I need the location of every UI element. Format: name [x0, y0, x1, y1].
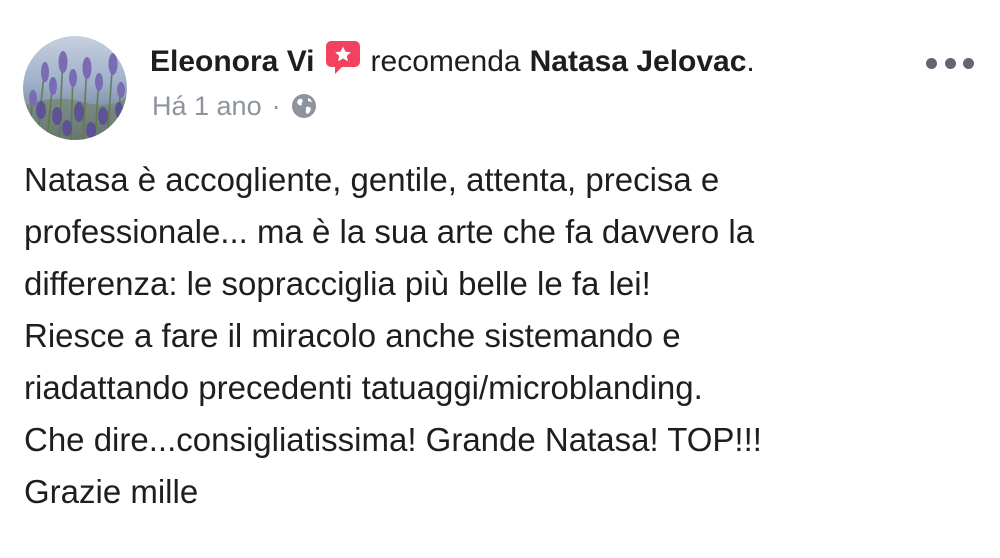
- more-dot: [926, 57, 937, 69]
- more-dot: [944, 57, 956, 69]
- post-timestamp[interactable]: Há 1 ano: [152, 91, 262, 122]
- recommendation-post: Eleonora Vi recomenda Natasa Jelovac. Há…: [0, 0, 1000, 558]
- post-meta: Há 1 ano ·: [152, 86, 317, 126]
- page-name-link[interactable]: Natasa Jelovac: [530, 40, 747, 84]
- post-body-line: Grazie mille: [24, 473, 199, 510]
- post-body-line: professionale... ma è la sua arte che fa…: [24, 213, 755, 250]
- lavender-photo: [23, 36, 127, 140]
- page-name-period: .: [746, 45, 755, 78]
- globe-icon[interactable]: [291, 93, 317, 119]
- author-name[interactable]: Eleonora Vi: [150, 40, 315, 84]
- post-body-line: Che dire...consigliatissima! Grande Nata…: [24, 421, 762, 458]
- post-body-line: Natasa è accogliente, gentile, attenta, …: [24, 161, 720, 198]
- post-body-line: Riesce a fare il miracolo anche sisteman…: [24, 317, 681, 354]
- recommend-verb: recomenda: [370, 45, 521, 78]
- more-options-icon[interactable]: [926, 50, 974, 76]
- more-dot: [963, 57, 974, 69]
- recommendation-badge-icon: [325, 39, 361, 77]
- post-body-line: riadattando precedenti tatuaggi/microbla…: [24, 369, 703, 406]
- meta-separator: ·: [271, 90, 281, 121]
- post-header: Eleonora Vi recomenda Natasa Jelovac.: [150, 40, 755, 84]
- avatar[interactable]: [23, 36, 127, 140]
- post-body-line: differenza: le sopracciglia più belle le…: [24, 265, 651, 302]
- post-body: Natasa è accogliente, gentile, attenta, …: [24, 154, 984, 518]
